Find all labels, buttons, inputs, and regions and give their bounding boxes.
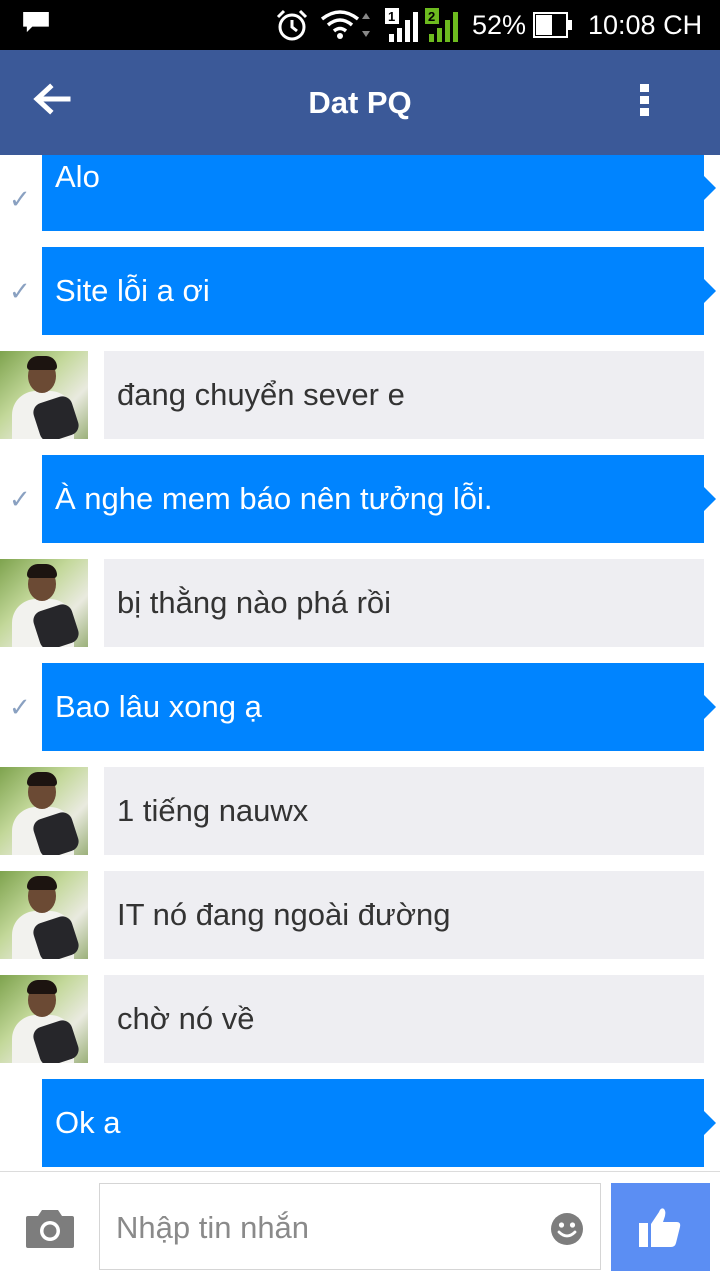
back-button[interactable] — [28, 78, 74, 124]
notification-icon — [23, 12, 49, 33]
clock: 10:08 CH — [588, 10, 703, 40]
message-bubble[interactable]: đang chuyển sever e — [104, 351, 704, 439]
message-bubble[interactable]: Alo — [42, 155, 716, 231]
camera-button[interactable] — [24, 1208, 76, 1250]
message-bubble[interactable]: IT nó đang ngoài đường — [104, 871, 704, 959]
avatar[interactable] — [0, 351, 88, 439]
arrow-left-icon — [33, 83, 71, 115]
emoji-button[interactable] — [550, 1212, 584, 1246]
message-bubble[interactable]: Ok a — [42, 1079, 716, 1167]
battery-percent: 52% — [472, 10, 527, 40]
conversation-header: Dat PQ — [0, 50, 720, 155]
svg-text:2: 2 — [428, 9, 435, 24]
avatar[interactable] — [0, 767, 88, 855]
message-composer — [0, 1171, 720, 1280]
alarm-icon — [276, 9, 308, 41]
message-list[interactable]: ✓ Alo ✓ Site lỗi a ơi đang chuyển sever … — [0, 155, 720, 1171]
seen-check-icon: ✓ — [9, 184, 31, 214]
message-bubble[interactable]: chờ nó về — [104, 975, 704, 1063]
seen-check-icon: ✓ — [9, 276, 31, 306]
signal-icon-sim2: 2 — [425, 6, 463, 49]
avatar[interactable] — [0, 975, 88, 1063]
battery-icon — [533, 12, 572, 38]
message-bubble[interactable]: Bao lâu xong ạ — [42, 663, 716, 751]
like-button[interactable] — [611, 1183, 710, 1271]
camera-icon — [26, 1210, 74, 1248]
seen-check-icon: ✓ — [9, 692, 31, 722]
svg-text:1: 1 — [388, 9, 395, 24]
message-bubble[interactable]: 1 tiếng nauwx — [104, 767, 704, 855]
signal-icon: 1 — [385, 6, 421, 49]
avatar[interactable] — [0, 559, 88, 647]
message-bubble[interactable]: bị thằng nào phá rồi — [104, 559, 704, 647]
conversation-title: Dat PQ — [308, 85, 412, 120]
message-input-box — [99, 1183, 601, 1271]
message-bubble[interactable]: À nghe mem báo nên tưởng lỗi. — [42, 455, 716, 543]
thumbs-up-icon — [639, 1208, 681, 1247]
message-input[interactable] — [114, 1184, 538, 1271]
overflow-menu-button[interactable] — [626, 84, 662, 124]
smiley-icon — [551, 1213, 583, 1245]
status-bar: 1 2 52% 10:08 CH — [0, 0, 720, 50]
wifi-icon — [320, 10, 370, 39]
avatar[interactable] — [0, 871, 88, 959]
message-bubble[interactable]: Site lỗi a ơi — [42, 247, 716, 335]
seen-check-icon: ✓ — [9, 484, 31, 514]
more-vert-icon — [639, 84, 649, 92]
